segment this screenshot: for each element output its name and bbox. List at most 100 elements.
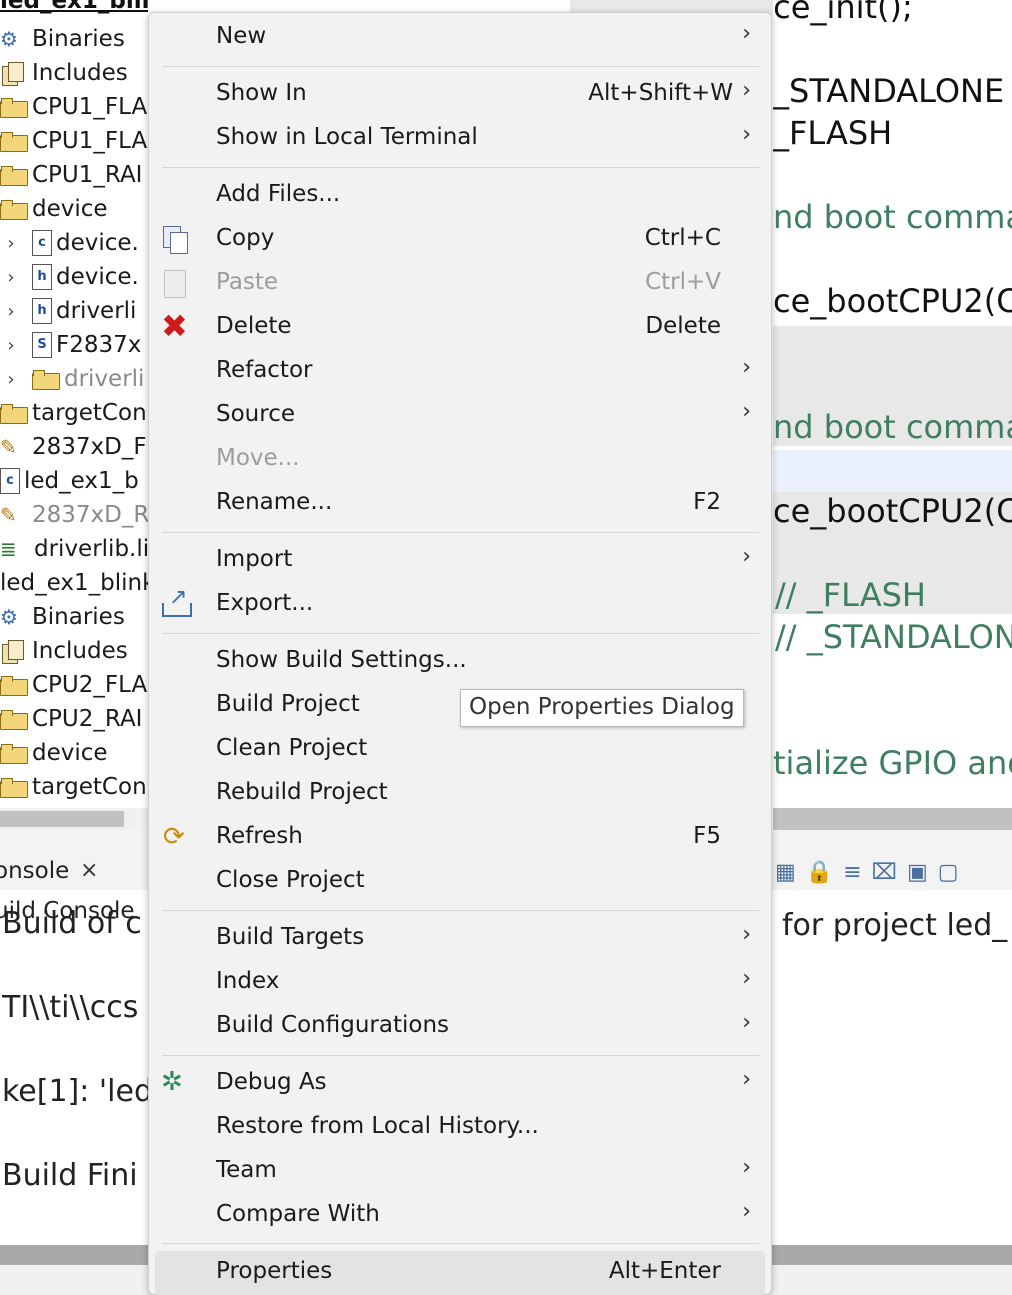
menu-item-close-project[interactable]: Close Project [155,860,765,904]
menu-item-rebuild-project[interactable]: Rebuild Project [155,772,765,816]
menu-item-add-files[interactable]: Add Files... [155,174,765,218]
tree-item-label: CPU2_FLA [32,672,148,698]
menu-item-refactor[interactable]: Refactor › [155,350,765,394]
tree-item[interactable]: ✎ 2837xD_R [0,498,148,532]
c-file-icon: c [32,230,52,256]
chevron-right-icon: › [742,1199,751,1224]
menu-item-compare-with[interactable]: Compare With › [155,1194,765,1238]
chevron-right-icon[interactable]: › [0,369,22,390]
menu-item-refresh[interactable]: ⟳ Refresh F5 [155,816,765,860]
menu-item-restore-from-local-history[interactable]: Restore from Local History... [155,1106,765,1150]
menu-item-copy[interactable]: Copy Ctrl+C [155,218,765,262]
tree-item[interactable]: ⚙ Binaries [0,22,148,56]
tree-item[interactable]: device [0,192,148,226]
menu-item-build-targets[interactable]: Build Targets › [155,917,765,961]
tree-item[interactable]: › h device. [0,260,148,294]
chevron-right-icon[interactable]: › [0,233,22,254]
chevron-right-icon: › [742,966,751,991]
menu-item-label: Show In [216,80,307,106]
menu-item-label: Build Project [216,691,360,717]
copy-icon [163,226,188,254]
menu-item-label: Index [216,968,280,994]
tree-item[interactable]: device [0,736,148,770]
chevron-right-icon[interactable]: › [0,267,22,288]
tree-item[interactable]: CPU2_FLA [0,668,148,702]
menu-separator [162,1055,759,1056]
editor-horizontal-scrollbar[interactable] [773,808,1012,830]
menu-item-label: Rebuild Project [216,779,388,805]
tree-item[interactable]: targetCon [0,770,148,804]
menu-item-show-in-local-terminal[interactable]: Show in Local Terminal › [155,117,765,161]
tree-item[interactable]: CPU1_FLA [0,124,148,158]
menu-item-new[interactable]: New › [155,16,765,60]
tree-item[interactable]: CPU1_RAI [0,158,148,192]
menu-item-show-in[interactable]: Show In Alt+Shift+W › [155,73,765,117]
menu-item-label: Build Configurations [216,1012,450,1038]
tree-item[interactable]: led_ex1_blink [0,566,148,600]
tree-item[interactable]: CPU2_RAI [0,702,148,736]
tree-item[interactable]: ⚙ Binaries [0,600,148,634]
tree-item[interactable]: ≣ driverlib.li [0,532,148,566]
code-highlight-band [773,450,1012,492]
display-console-icon[interactable]: ▣ [907,860,928,885]
menu-item-label: Show Build Settings... [216,647,467,673]
chevron-right-icon: › [742,1155,751,1180]
tree-item[interactable]: Includes [0,56,148,90]
binaries-icon: ⚙ [0,605,18,629]
menu-item-label: Properties [216,1258,333,1284]
chevron-right-icon: › [742,21,751,46]
menu-item-export[interactable]: Export... [155,583,765,627]
console-toolbar: ▦ 🔒 ≡ ⌧ ▣ ▢ [773,852,1012,892]
console-tab[interactable]: onsole [0,858,69,884]
tooltip: Open Properties Dialog [460,689,744,727]
menu-item-show-build-settings[interactable]: Show Build Settings... [155,640,765,684]
scrollbar-thumb[interactable] [0,811,124,827]
close-icon[interactable]: × [80,858,98,883]
tree-item[interactable]: › driverli [0,362,148,396]
code-editor[interactable]: Device_init(); _STANDALONE _FLASHnd boot c… [773,0,1012,805]
chevron-right-icon[interactable]: › [0,335,22,356]
tree-item[interactable]: › h driverli [0,294,148,328]
menu-item-rename[interactable]: Rename... F2 [155,482,765,526]
clear-console-icon[interactable]: ⌧ [872,860,897,885]
tree-item-label: CPU1_FLA [32,94,148,120]
tree-item[interactable]: ✎ 2837xD_F [0,430,148,464]
pin-icon[interactable]: ▦ [775,860,796,885]
menu-item-label: Close Project [216,867,365,893]
tree-horizontal-scrollbar[interactable] [0,808,148,830]
menu-item-clean-project[interactable]: Clean Project [155,728,765,772]
new-console-icon[interactable]: ▢ [938,860,959,885]
menu-item-build-configurations[interactable]: Build Configurations › [155,1005,765,1049]
tree-item-label: Includes [32,60,128,86]
menu-item-shortcut: Ctrl+V [645,269,721,295]
project-title[interactable]: led_ex1_blinky_cpu1 [Active - CPU1_FLASH [0,0,148,14]
tree-item[interactable]: Includes [0,634,148,668]
code-line: tialize GPIO and [773,744,1012,782]
menu-item-delete[interactable]: ✖ Delete Delete [155,306,765,350]
menu-item-debug-as[interactable]: ✲ Debug As › [155,1062,765,1106]
tree-item[interactable]: › c device. [0,226,148,260]
word-wrap-icon[interactable]: ≡ [843,860,861,885]
tree-item[interactable]: CPU1_FLA [0,90,148,124]
tree-item-label: device. [56,230,139,256]
code-line: Device_init(); [773,0,913,26]
tree-item[interactable]: targetCon [0,396,148,430]
chevron-right-icon: › [742,922,751,947]
menu-item-label: Refactor [216,357,313,383]
menu-item-label: Build Targets [216,924,365,950]
menu-item-team[interactable]: Team › [155,1150,765,1194]
menu-item-label: Import [216,546,293,572]
menu-item-import[interactable]: Import › [155,539,765,583]
menu-item-label: Clean Project [216,735,368,761]
console-line: Build Fini [2,1158,138,1193]
tree-item-label: device. [56,264,139,290]
tree-item[interactable]: › S F2837x [0,328,148,362]
lock-icon[interactable]: 🔒 [806,860,833,885]
chevron-right-icon[interactable]: › [0,301,22,322]
menu-item-properties[interactable]: Properties Alt+Enter [155,1251,765,1295]
menu-item-source[interactable]: Source › [155,394,765,438]
tree-item[interactable]: c led_ex1_b [0,464,148,498]
tree-item-label: targetCon [32,774,147,800]
menu-item-index[interactable]: Index › [155,961,765,1005]
console-output-right: for project led_ [782,908,1008,943]
